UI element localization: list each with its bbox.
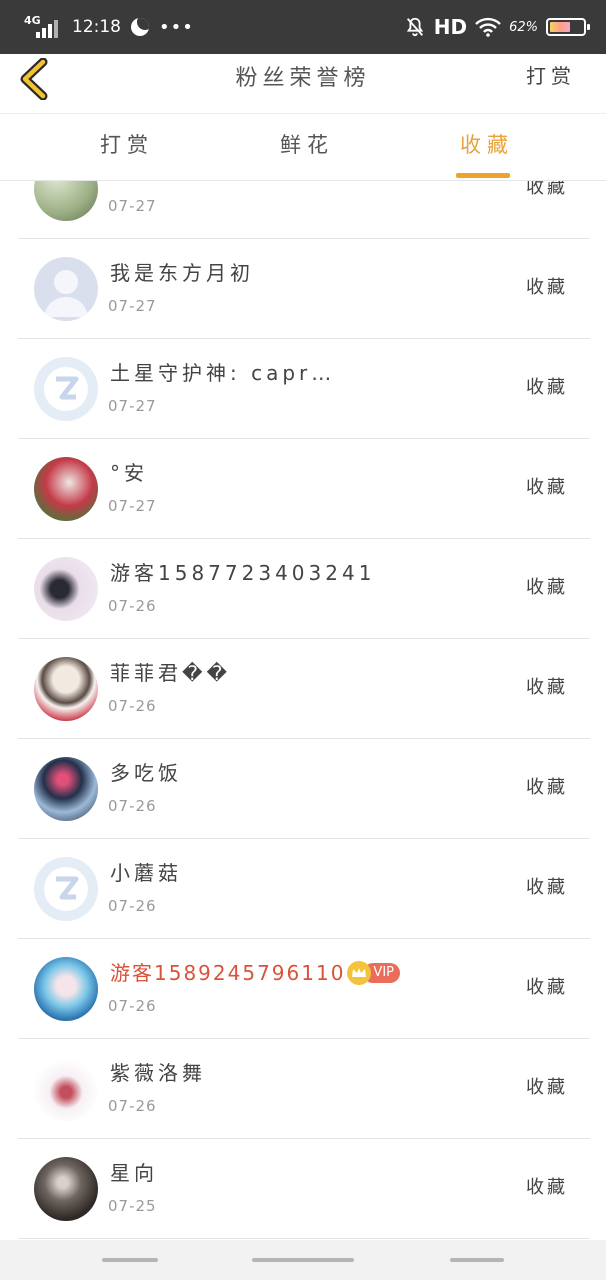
item-date: 07-27 (108, 297, 157, 315)
user-name: 我是东方月初 (110, 261, 254, 285)
tab-reward[interactable]: 打赏 (100, 129, 154, 159)
user-name: 小蘑菇 (110, 861, 182, 885)
user-name: 星向 (110, 1161, 158, 1185)
user-name: 土星守护神: capr… (110, 361, 336, 385)
vip-badge: VIP (347, 960, 400, 985)
avatar[interactable] (34, 1157, 98, 1221)
item-action-label: 收藏 (526, 977, 568, 998)
tab-flowers[interactable]: 鲜花 (280, 129, 334, 159)
status-right: HD 62% (404, 12, 590, 42)
default-user-icon (44, 270, 88, 317)
clock: 12:18 (72, 17, 121, 37)
item-date: 07-27 (108, 497, 157, 515)
user-name: 游客1589245796110 (110, 961, 346, 985)
list-item[interactable]: °安 07-27 收藏 (18, 439, 590, 539)
item-date: 07-25 (108, 1197, 157, 1215)
avatar[interactable] (34, 757, 98, 821)
page-title: 粉丝荣誉榜 (235, 66, 371, 91)
item-action-label: 收藏 (526, 1077, 568, 1098)
app-header: 粉丝荣誉榜 打赏 (0, 54, 606, 114)
cellular-signal-icon: 4G (24, 14, 62, 40)
hd-indicator: HD (433, 15, 468, 39)
nav-home-button[interactable] (252, 1258, 354, 1262)
battery-percent: 62% (509, 19, 538, 35)
item-date: 07-26 (108, 997, 157, 1015)
nav-back-button[interactable] (450, 1258, 504, 1262)
status-bar: 4G 12:18 ••• HD 62% (0, 0, 606, 54)
avatar[interactable] (34, 1057, 98, 1121)
item-action-label: 收藏 (526, 477, 568, 498)
list-item[interactable]: 菲菲君�� 07-26 收藏 (18, 639, 590, 739)
tab-favorites[interactable]: 收藏 (460, 129, 514, 159)
item-action-label: 收藏 (526, 377, 568, 398)
battery-level (550, 22, 570, 32)
list-item[interactable]: 我是东方月初 07-27 收藏 (18, 239, 590, 339)
item-action-label: 收藏 (526, 181, 568, 198)
wifi-icon (475, 17, 501, 37)
avatar[interactable] (34, 457, 98, 521)
user-name-vip: 游客1589245796110 VIP (110, 957, 400, 987)
list-item[interactable]: 紫薇洛舞 07-26 收藏 (18, 1039, 590, 1139)
list-item[interactable]: 小蘑菇 07-26 收藏 (18, 839, 590, 939)
item-date: 07-26 (108, 897, 157, 915)
avatar[interactable] (34, 557, 98, 621)
list-item[interactable]: 游客1587723403241 07-26 收藏 (18, 539, 590, 639)
system-nav-bar (0, 1240, 606, 1280)
status-left: 4G 12:18 ••• (24, 12, 194, 42)
item-action-label: 收藏 (526, 877, 568, 898)
avatar[interactable] (34, 957, 98, 1021)
user-name: °安 (110, 461, 148, 485)
list-item[interactable]: 星向 07-25 收藏 (18, 1139, 590, 1239)
item-date: 07-27 (108, 197, 157, 215)
more-notifications-icon: ••• (159, 16, 194, 38)
avatar[interactable] (34, 357, 98, 421)
user-name: 游客1587723403241 (110, 561, 376, 585)
item-date: 07-26 (108, 797, 157, 815)
item-date: 07-27 (108, 397, 157, 415)
avatar[interactable] (34, 181, 98, 221)
user-name: 菲菲君�� (110, 661, 232, 685)
nav-menu-button[interactable] (102, 1258, 158, 1262)
bell-muted-icon (406, 17, 423, 37)
item-action-label: 收藏 (526, 277, 568, 298)
list-item[interactable]: 多吃饭 07-26 收藏 (18, 739, 590, 839)
qq-logo-icon (44, 367, 88, 411)
moon-icon (131, 18, 149, 36)
user-name: 多吃饭 (110, 761, 182, 785)
active-tab-indicator (456, 173, 510, 178)
list-item[interactable]: 07-27 收藏 (18, 181, 590, 239)
fan-list: 07-27 收藏 我是东方月初 07-27 收藏 土星守护神: capr… 07… (0, 181, 606, 1240)
qq-logo-icon (44, 867, 88, 911)
battery-icon (546, 18, 590, 36)
list-item[interactable]: 游客1589245796110 VIP 07-26 收藏 (18, 939, 590, 1039)
avatar[interactable] (34, 257, 98, 321)
item-action-label: 收藏 (526, 777, 568, 798)
user-name: 紫薇洛舞 (110, 1061, 206, 1085)
list-item[interactable]: 土星守护神: capr… 07-27 收藏 (18, 339, 590, 439)
avatar[interactable] (34, 657, 98, 721)
reward-button[interactable]: 打赏 (526, 60, 576, 89)
item-action-label: 收藏 (526, 577, 568, 598)
crown-icon (347, 960, 372, 985)
item-date: 07-26 (108, 697, 157, 715)
item-action-label: 收藏 (526, 1177, 568, 1198)
avatar[interactable] (34, 857, 98, 921)
item-action-label: 收藏 (526, 677, 568, 698)
tab-bar: 打赏 鲜花 收藏 (0, 115, 606, 181)
item-date: 07-26 (108, 1097, 157, 1115)
item-date: 07-26 (108, 597, 157, 615)
